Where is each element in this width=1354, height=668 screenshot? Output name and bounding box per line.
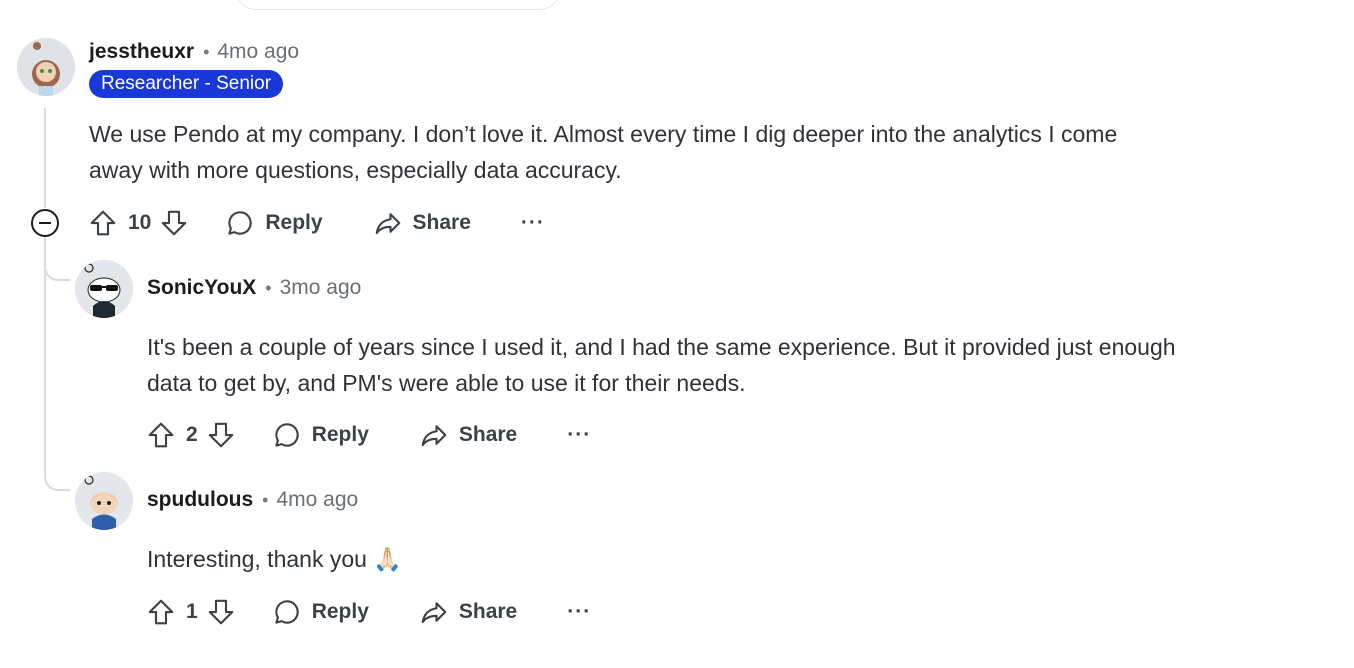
share-label: Share <box>458 600 518 623</box>
share-button[interactable]: Share <box>373 208 471 238</box>
separator-dot: • <box>262 489 269 510</box>
comment-line: It's been a couple of years since I used… <box>147 334 1176 360</box>
downvote-icon[interactable] <box>159 208 189 238</box>
separator-dot: • <box>203 41 210 62</box>
comment-bubble-icon <box>274 600 299 624</box>
previous-comment-box <box>236 0 560 10</box>
username[interactable]: SonicYouX <box>147 276 256 300</box>
comment-line: We use Pendo at my company. I don’t love… <box>89 121 1118 147</box>
thread-line <box>44 270 46 470</box>
upvote-icon[interactable] <box>146 420 176 450</box>
thread-connector <box>44 455 70 491</box>
reply-button[interactable]: Reply <box>225 208 323 238</box>
timestamp[interactable]: 4mo ago <box>217 40 299 64</box>
share-button[interactable]: Share <box>419 597 517 627</box>
comment-bubble-icon <box>228 211 253 235</box>
comment-line: data to get by, and PM's were able to us… <box>147 370 746 396</box>
avatar[interactable] <box>75 472 133 530</box>
username[interactable]: jesstheuxr <box>89 40 194 64</box>
downvote-icon[interactable] <box>206 597 236 627</box>
more-options-button[interactable]: ··· <box>567 423 591 447</box>
timestamp[interactable]: 4mo ago <box>276 488 358 512</box>
separator-dot: • <box>265 277 272 298</box>
reply-label: Reply <box>311 423 369 446</box>
collapse-thread-button[interactable] <box>31 209 59 237</box>
comment-actions: 1 Reply Share ··· <box>146 594 591 630</box>
comment-actions: 2 Reply Share ··· <box>146 417 591 453</box>
thread-connector <box>44 237 70 281</box>
username[interactable]: spudulous <box>147 488 253 512</box>
share-button[interactable]: Share <box>419 420 517 450</box>
vote-count: 1 <box>186 600 198 623</box>
user-avatar-icon <box>75 260 133 318</box>
vote-count: 10 <box>128 211 152 234</box>
reply-label: Reply <box>265 211 323 234</box>
upvote-icon[interactable] <box>146 597 176 627</box>
comment-bubble-icon <box>274 423 299 447</box>
share-label: Share <box>412 211 471 234</box>
reply-button[interactable]: Reply <box>272 420 369 450</box>
reply-label: Reply <box>311 600 369 623</box>
reply-button[interactable]: Reply <box>272 597 369 627</box>
avatar[interactable] <box>17 38 75 96</box>
comment-body: It's been a couple of years since I used… <box>147 329 1176 401</box>
comment-line: away with more questions, especially dat… <box>89 157 622 183</box>
user-avatar-icon <box>17 38 75 96</box>
user-avatar-icon <box>75 472 133 530</box>
comment-actions: 10 Reply Share ··· <box>88 205 545 241</box>
timestamp[interactable]: 3mo ago <box>280 276 362 300</box>
thread-line <box>44 108 46 208</box>
comment-body: We use Pendo at my company. I don’t love… <box>89 116 1117 188</box>
user-flair-badge: Researcher - Senior <box>89 70 284 98</box>
share-arrow-icon <box>375 213 400 235</box>
more-options-button[interactable]: ··· <box>567 600 591 624</box>
upvote-icon[interactable] <box>88 208 118 238</box>
more-options-button[interactable]: ··· <box>521 211 545 235</box>
comment-body: Interesting, thank you 🙏🏻 <box>147 541 402 577</box>
share-arrow-icon <box>421 425 447 447</box>
vote-count: 2 <box>186 423 198 446</box>
comment-line: Interesting, thank you 🙏🏻 <box>147 546 402 572</box>
share-arrow-icon <box>421 602 447 624</box>
share-label: Share <box>458 423 518 446</box>
downvote-icon[interactable] <box>206 420 236 450</box>
avatar[interactable] <box>75 260 133 318</box>
